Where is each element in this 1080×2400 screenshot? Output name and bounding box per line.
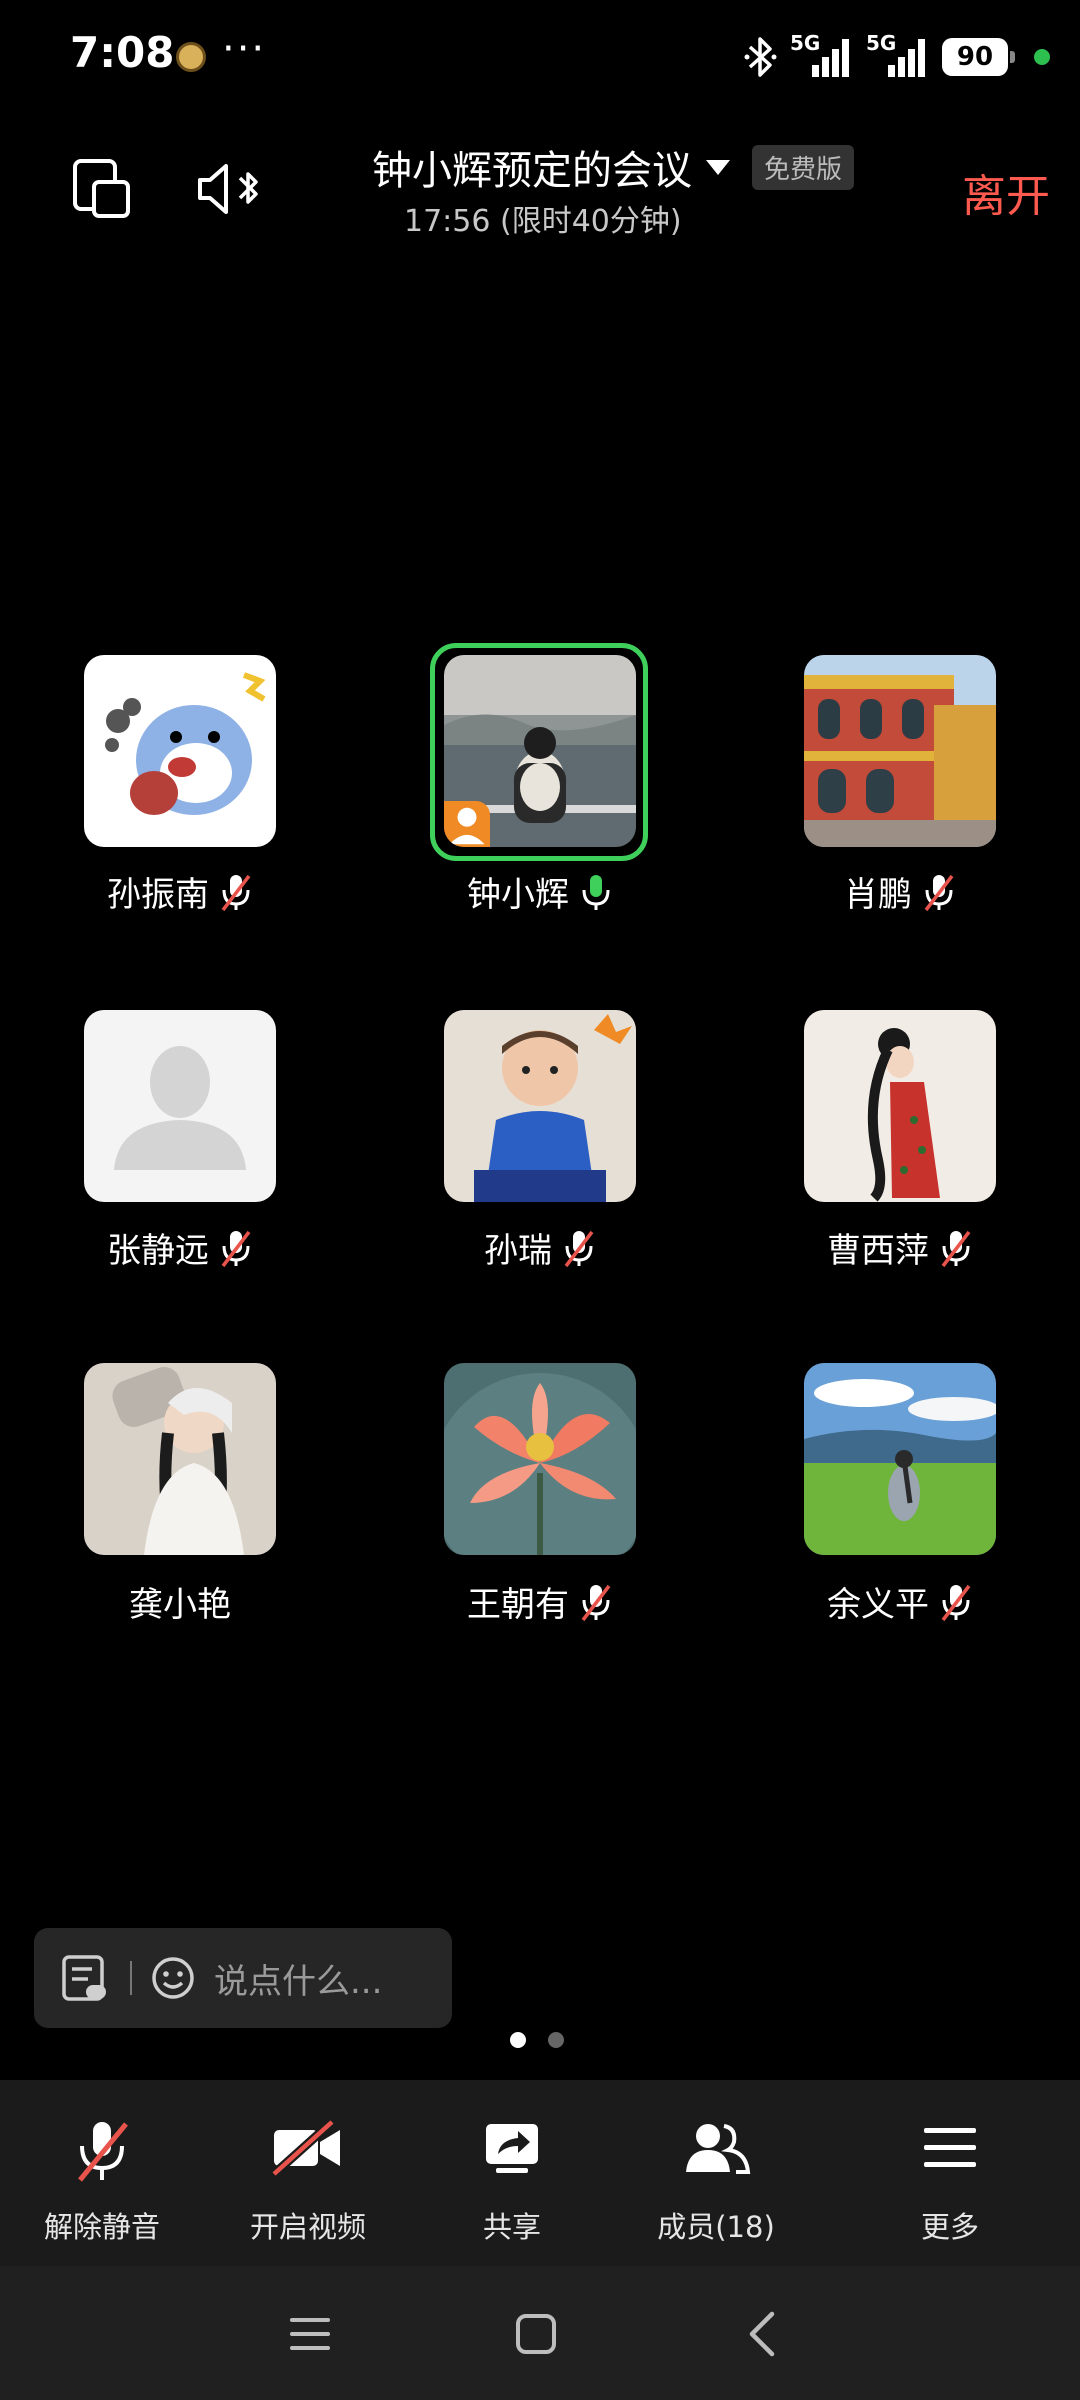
privacy-indicator-dot — [1034, 49, 1050, 65]
default-avatar — [84, 1010, 276, 1202]
start-video-label: 开启视频 — [249, 2210, 366, 2244]
signal-5g-icon: 5G — [790, 31, 854, 79]
leave-button[interactable]: 离开 — [962, 160, 1050, 224]
chat-list-icon[interactable] — [60, 1953, 110, 2003]
lotus-avatar — [444, 1363, 636, 1555]
participant-name-row: 钟小辉 — [390, 867, 690, 916]
system-nav-bar — [0, 2266, 1080, 2400]
home-button[interactable] — [496, 2294, 576, 2374]
more-menu-icon — [924, 2128, 976, 2167]
menu-lines-icon — [290, 2318, 330, 2350]
chat-divider — [130, 1961, 132, 1995]
battery-level: 90 — [956, 42, 994, 72]
more-notifications-icon: ··· — [222, 26, 267, 72]
baby-avatar — [444, 1010, 636, 1202]
page-indicator — [510, 2032, 564, 2048]
start-video-button[interactable]: 开启视频 — [208, 2080, 408, 2266]
chat-placeholder[interactable]: 说点什么... — [214, 1954, 382, 2003]
status-icons: 5G 5G 90 — [744, 31, 1050, 82]
mic-muted-icon — [924, 874, 954, 911]
woman-on-grass-avatar — [804, 1363, 996, 1555]
participant-name: 王朝有 — [467, 1585, 569, 1625]
emoji-icon[interactable] — [150, 1955, 196, 2001]
page-dot-active[interactable] — [510, 2032, 526, 2048]
illustrated-woman-avatar — [804, 1010, 996, 1202]
participant-name: 孙振南 — [107, 875, 209, 915]
members-icon — [686, 2124, 751, 2174]
battery-icon: 90 — [942, 38, 1015, 76]
participant-name: 孙瑞 — [484, 1231, 552, 1271]
dropdown-caret-icon[interactable] — [706, 159, 730, 175]
participant-name-row: 张静远 — [30, 1223, 330, 1272]
video-off-icon — [270, 2118, 340, 2178]
back-chevron-icon — [749, 2311, 775, 2357]
building-avatar — [804, 655, 996, 847]
participant-name-row: 孙瑞 — [390, 1223, 690, 1272]
person-by-sea-avatar — [444, 655, 636, 847]
mic-muted-icon — [564, 1230, 594, 1267]
cartoon-shark-avatar — [84, 655, 276, 847]
participant-name: 余义平 — [827, 1585, 929, 1625]
signal-5g-icon: 5G — [866, 31, 930, 79]
share-label: 共享 — [482, 2210, 541, 2244]
switch-camera-icon[interactable] — [72, 158, 132, 220]
share-button[interactable]: 共享 — [412, 2080, 612, 2266]
participant-name-row: 肖鹏 — [750, 867, 1050, 916]
home-square-icon — [516, 2314, 556, 2354]
meeting-toolbar: 解除静音 开启视频 共享 成员(18) 更多 — [0, 2080, 1080, 2266]
edition-badge: 免费版 — [752, 144, 855, 190]
status-bar: 7:08 ··· 5G 5G 90 — [0, 0, 1080, 110]
participant-name-row: 孙振南 — [30, 867, 330, 916]
host-badge-icon — [444, 801, 490, 847]
bluetooth-audio-icon[interactable] — [196, 160, 264, 218]
unmute-label: 解除静音 — [43, 2210, 160, 2244]
unmute-button[interactable]: 解除静音 — [2, 2080, 202, 2266]
participant-name-row: 曹西萍 — [750, 1223, 1050, 1272]
mic-muted-icon — [78, 2122, 128, 2182]
participant-name-row: 龚小艳 — [30, 1577, 330, 1626]
page-dot[interactable] — [548, 2032, 564, 2048]
more-button[interactable]: 更多 — [850, 2080, 1050, 2266]
app-notification-icon — [176, 42, 206, 72]
participant-name: 钟小辉 — [467, 875, 569, 915]
meeting-title-row[interactable]: 钟小辉预定的会议 免费版 — [372, 138, 855, 196]
bluetooth-icon — [744, 37, 777, 77]
status-time: 7:08 — [70, 28, 175, 77]
mic-on-icon — [582, 874, 610, 910]
meeting-title[interactable]: 钟小辉预定的会议 — [372, 138, 692, 196]
participant-name-row: 余义平 — [750, 1577, 1050, 1626]
chat-input-box[interactable]: 说点什么... — [34, 1928, 452, 2028]
mic-muted-icon — [221, 874, 251, 911]
mic-muted-icon — [941, 1230, 971, 1267]
mic-muted-icon — [941, 1584, 971, 1621]
meeting-timer: 17:56 (限时40分钟) — [404, 204, 682, 239]
more-label: 更多 — [920, 2210, 979, 2244]
recent-apps-button[interactable] — [270, 2294, 350, 2374]
woman-drinking-avatar — [84, 1363, 276, 1555]
participant-name: 肖鹏 — [844, 875, 912, 915]
participant-name: 曹西萍 — [827, 1231, 929, 1271]
members-button[interactable]: 成员(18) — [616, 2080, 816, 2266]
back-button[interactable] — [722, 2294, 802, 2374]
members-label: 成员(18) — [657, 2210, 775, 2244]
share-screen-icon — [486, 2124, 538, 2173]
mic-muted-icon — [581, 1584, 611, 1621]
participant-name: 龚小艳 — [129, 1585, 231, 1625]
participant-name-row: 王朝有 — [390, 1577, 690, 1626]
participant-name: 张静远 — [107, 1231, 209, 1271]
mic-muted-icon — [221, 1230, 251, 1267]
